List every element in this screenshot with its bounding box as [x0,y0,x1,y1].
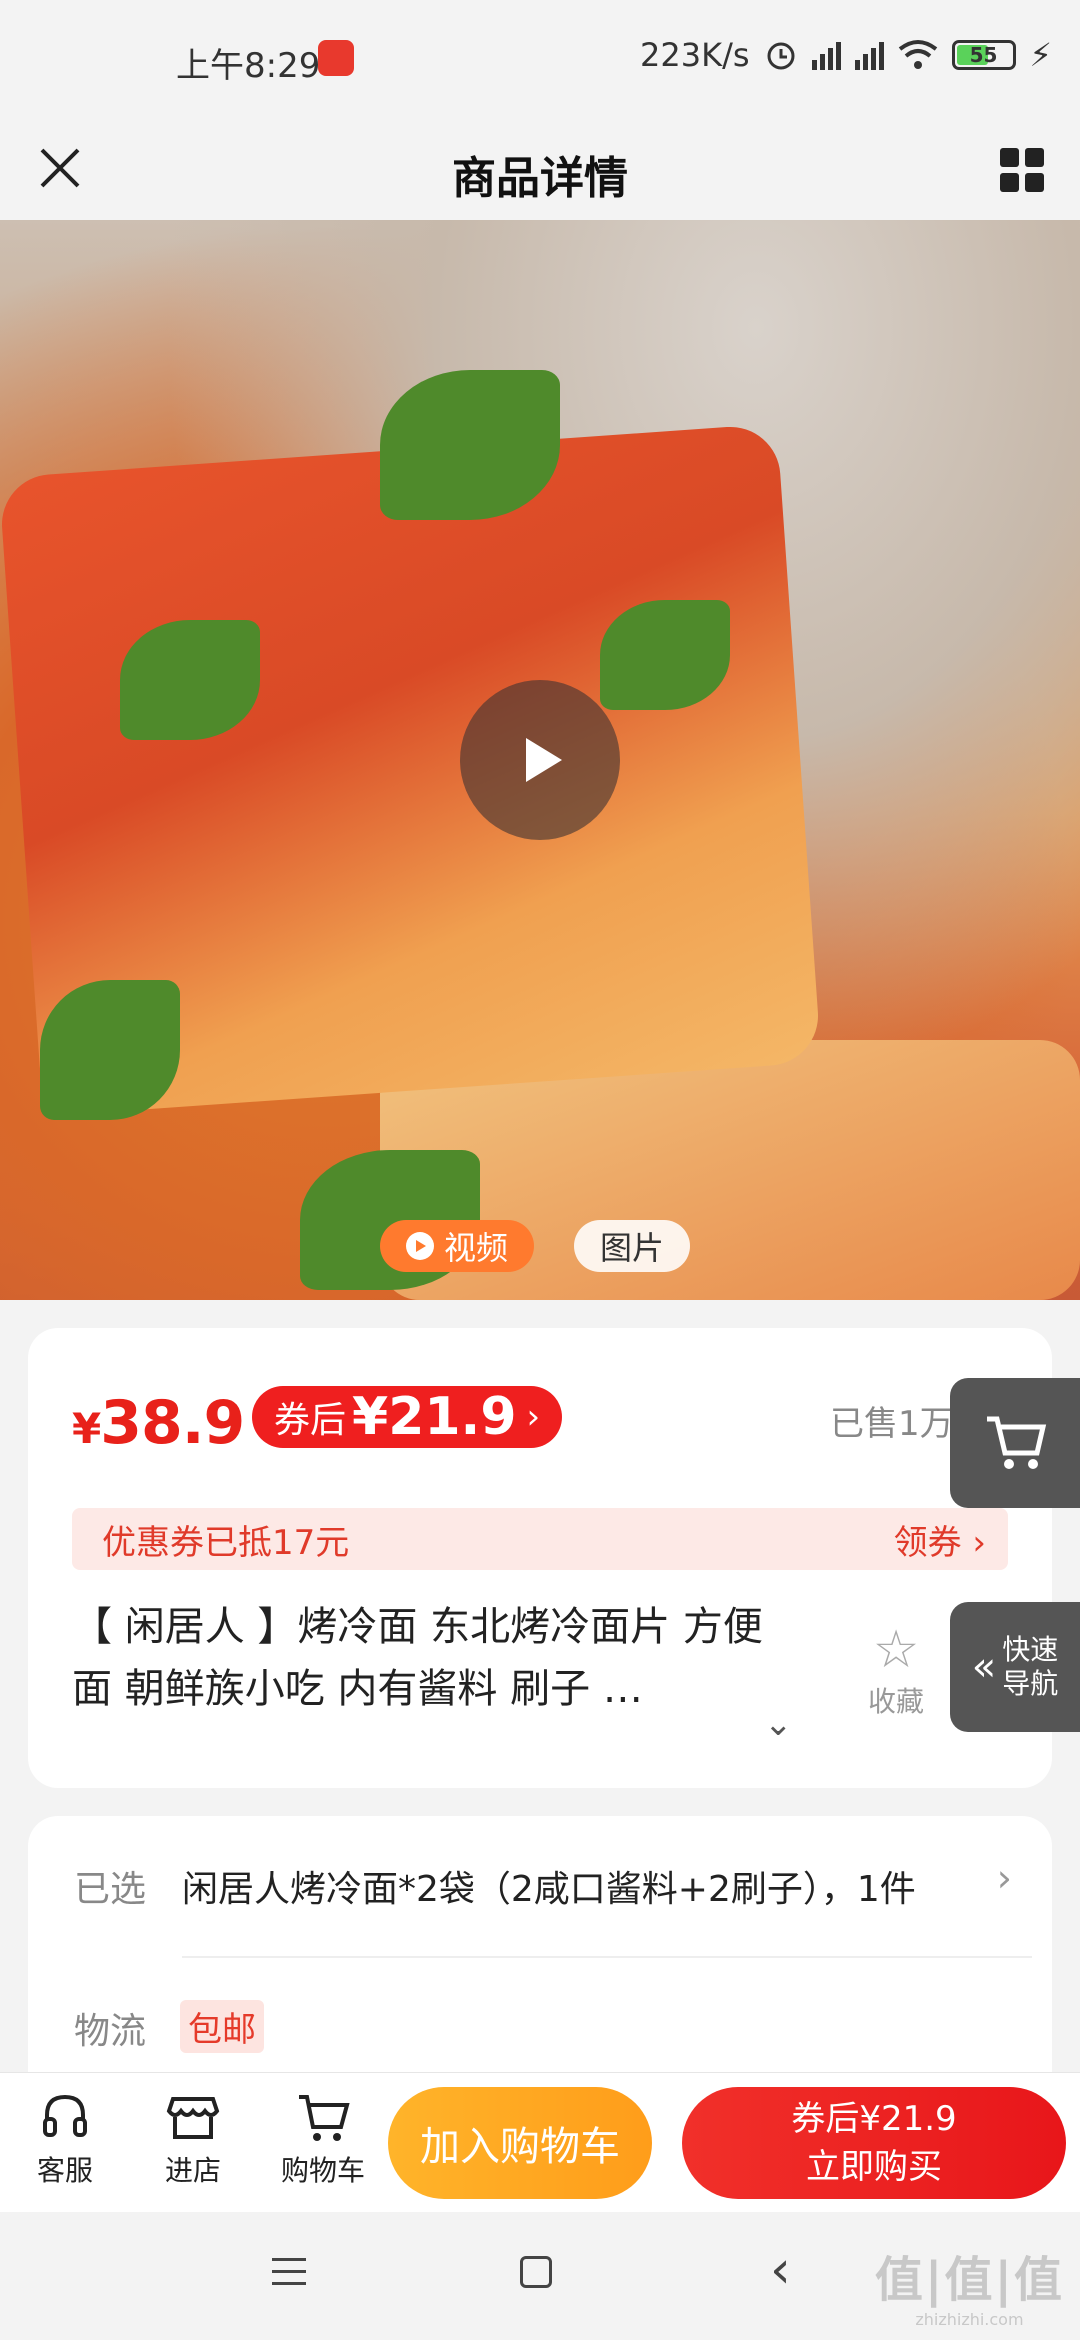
buy-now-price: 券后¥21.9 [791,2099,957,2139]
charging-icon: ⚡ [1029,36,1052,74]
selected-sku[interactable]: 闲居人烤冷面*2袋（2咸口酱料+2刷子），1件 [182,1860,916,1912]
divider [182,1956,1032,1958]
customer-service-button[interactable]: 客服 [10,2089,120,2189]
chevron-right-icon: › [526,1397,541,1437]
cart-icon [299,2095,350,2141]
menu-icon[interactable] [272,2258,306,2294]
tab-image-label: 图片 [600,1229,665,1267]
alarm-icon [767,42,795,70]
product-title: 【 闲居人 】烤冷面 东北烤冷面片 方便面 朝鲜族小吃 内有酱料 刷子 … [72,1604,763,1712]
status-time: 上午8:29 [176,46,321,86]
headset-icon [43,2094,87,2137]
status-indicators: 223K/s 55 ⚡ [640,36,1052,74]
chevron-down-icon[interactable]: ⌄ [764,1704,793,1744]
page-title: 商品详情 [452,153,628,204]
tab-video[interactable]: 视频 [380,1220,535,1272]
garnish-leaf [120,620,260,740]
sku-card: 已选 闲居人烤冷面*2袋（2咸口酱料+2刷子），1件 › 物流 包邮 [28,1816,1052,2076]
back-icon[interactable]: ‹ [770,2240,791,2300]
shipping-label: 物流 [74,2011,147,2052]
coupon-note: 优惠券已抵17元 [102,1522,350,1563]
coupon-price-badge[interactable]: 券后 ¥21.9 › [252,1386,563,1448]
get-coupon-link[interactable]: 领券 › [894,1515,986,1564]
coupon-bar[interactable]: 优惠券已抵17元 领券 › [72,1508,1008,1570]
battery-icon: 55 [951,40,1016,70]
garnish-leaf [600,600,730,710]
quick-nav-button[interactable]: « 快速 导航 [950,1602,1080,1732]
cart-button[interactable]: 购物车 [268,2089,378,2189]
store-icon [166,2097,220,2139]
grid-menu-icon[interactable] [1000,148,1044,192]
network-speed: 223K/s [640,36,750,74]
price: ¥38.9 [72,1388,245,1458]
tab-image[interactable]: 图片 [574,1220,691,1272]
play-button[interactable] [460,680,620,840]
free-shipping-tag: 包邮 [180,2000,264,2053]
wifi-icon [898,40,937,69]
coupon-price-prefix: 券后 [274,1400,347,1441]
cart-label: 购物车 [280,2154,365,2187]
customer-service-label: 客服 [36,2154,93,2187]
floating-cart-button[interactable] [950,1378,1080,1508]
coupon-price-value: ¥21.9 [352,1387,517,1447]
play-icon [526,738,562,782]
signal-icon [811,40,841,70]
buy-now-label: 立即购买 [806,2147,942,2187]
header-bar: 商品详情 [0,118,1080,220]
app-notification-icon [318,40,354,76]
watermark: 值|值|值 zhizhizhi.com [874,2252,1064,2329]
garnish-leaf [380,370,560,520]
system-nav-bar: ‹ 值|值|值 zhizhizhi.com [0,2212,1080,2340]
quick-nav-label-1: 快速 [1002,1633,1059,1666]
buy-now-button[interactable]: 券后¥21.9 立即购买 [682,2087,1066,2199]
double-chevron-left-icon: « [971,1644,997,1690]
status-bar: 上午8:29 223K/s 55 ⚡ [0,0,1080,118]
product-media[interactable]: 视频 图片 [0,220,1080,1300]
cart-icon [987,1416,1047,1469]
media-tabs: 视频 图片 [380,1220,691,1272]
home-icon[interactable] [520,2256,552,2288]
add-to-cart-button[interactable]: 加入购物车 [388,2087,652,2199]
product-info-card: ¥38.9 券后 ¥21.9 › 已售1万+件 优惠券已抵17元 领券 › 【 … [28,1328,1052,1788]
bottom-action-bar: 客服 进店 购物车 加入购物车 券后¥21.9 立即购买 [0,2072,1080,2212]
signal-icon-2 [854,40,884,70]
play-circle-icon [406,1232,434,1260]
garnish-leaf [40,980,180,1120]
tab-video-label: 视频 [444,1229,509,1267]
store-button[interactable]: 进店 [138,2089,248,2189]
selected-label: 已选 [74,1869,147,1910]
chevron-right-icon[interactable]: › [997,1856,1012,1900]
store-label: 进店 [164,2154,221,2187]
quick-nav-label-2: 导航 [1002,1667,1059,1700]
